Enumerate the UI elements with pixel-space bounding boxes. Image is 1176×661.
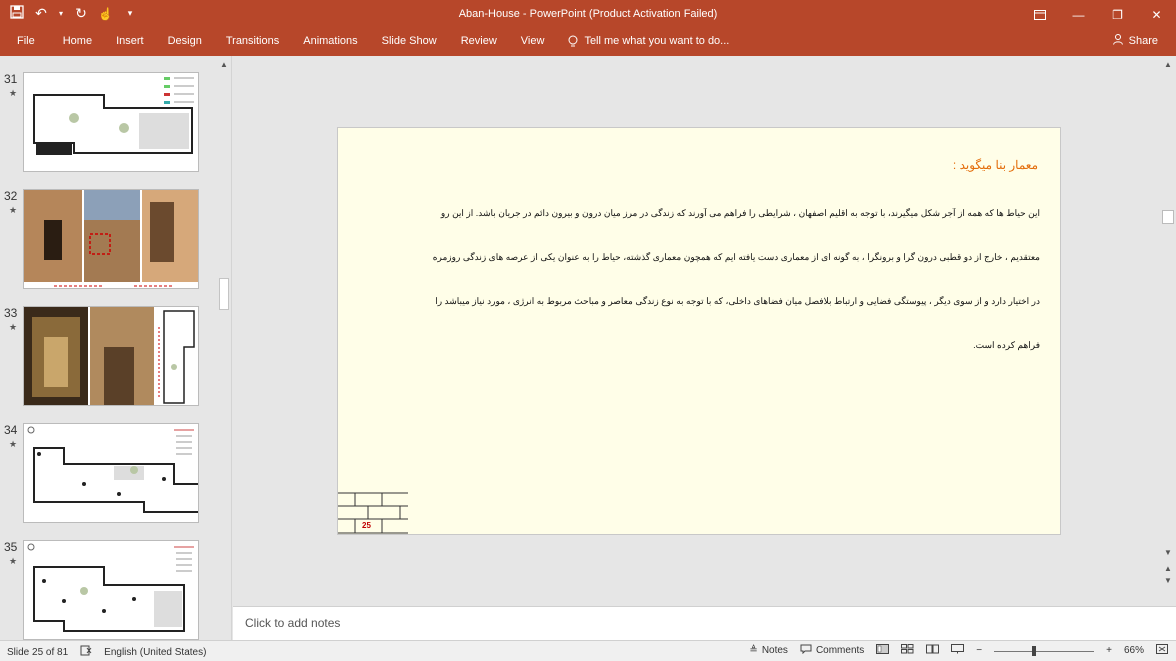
thumbnail-image xyxy=(23,540,199,640)
thumbnail-slide-32[interactable]: 32 ★ xyxy=(0,189,216,293)
comments-label: Comments xyxy=(815,645,865,656)
thumbnail-number: 34 xyxy=(4,423,18,437)
lightbulb-icon xyxy=(568,35,578,51)
ribbon-display-icon[interactable] xyxy=(1020,0,1059,30)
slide-number: 25 xyxy=(362,521,371,530)
thumbnail-number: 32 xyxy=(4,189,18,203)
thumbnail-number: 31 xyxy=(4,72,18,86)
scroll-up-icon[interactable]: ▲ xyxy=(220,60,228,69)
slide-sorter-icon[interactable] xyxy=(901,644,914,657)
tab-design[interactable]: Design xyxy=(156,30,214,56)
animation-star-icon: ★ xyxy=(9,439,18,449)
person-icon xyxy=(1112,33,1124,48)
thumbnail-scrollbar[interactable]: ▲ xyxy=(217,58,231,638)
close-icon[interactable]: ✕ xyxy=(1137,0,1176,30)
comment-icon xyxy=(800,644,812,657)
title-bar: ↶ ▾ ↻ ☝ ▾ Aban-House - PowerPoint (Produ… xyxy=(0,0,1176,30)
ribbon: File Home Insert Design Transitions Anim… xyxy=(0,30,1176,56)
tab-review[interactable]: Review xyxy=(449,30,509,56)
language-label[interactable]: English (United States) xyxy=(104,647,206,658)
tab-animations[interactable]: Animations xyxy=(291,30,369,56)
thumbnail-image xyxy=(23,306,199,406)
zoom-slider-knob[interactable] xyxy=(1032,645,1037,656)
thumbnail-image xyxy=(23,423,199,523)
status-bar: Slide 25 of 81 English (United States) ≜… xyxy=(0,640,1176,661)
previous-slide-icon[interactable]: ▲ xyxy=(1164,564,1172,573)
zoom-slider[interactable] xyxy=(994,645,1095,657)
minimize-icon[interactable]: — xyxy=(1059,0,1098,30)
slide-heading[interactable]: معمار بنا میگوید : xyxy=(953,158,1038,172)
tell-me-box[interactable]: Tell me what you want to do... xyxy=(556,35,729,51)
scrollbar-thumb[interactable] xyxy=(1162,210,1174,224)
zoom-out-icon[interactable]: − xyxy=(976,645,982,656)
normal-view-icon[interactable] xyxy=(876,644,890,657)
thumbnail-slide-34[interactable]: 34 ★ xyxy=(0,423,216,527)
slide-counter: Slide 25 of 81 xyxy=(7,646,69,658)
thumbnail-number: 35 xyxy=(4,540,18,554)
thumbnail-slide-33[interactable]: 33 ★ xyxy=(0,306,216,410)
ribbon-tabs: File Home Insert Design Transitions Anim… xyxy=(0,30,729,56)
notes-label: Notes xyxy=(761,645,788,656)
thumbnail-image xyxy=(23,72,199,172)
slide-paragraph-line[interactable]: معتقدیم ، خارج از دو قطبی درون گرا و برو… xyxy=(358,252,1040,263)
share-label: Share xyxy=(1128,34,1158,47)
thumbnail-number: 33 xyxy=(4,306,18,320)
slide-thumbnail-pane: 31 ★ 32 ★ 33 ★ 34 ★ 35 ★ ▲ xyxy=(0,56,232,640)
thumbnail-slide-31[interactable]: 31 ★ xyxy=(0,72,216,176)
animation-star-icon: ★ xyxy=(9,322,18,332)
reading-view-icon[interactable] xyxy=(926,644,940,657)
notes-button[interactable]: ≜ Notes xyxy=(749,645,788,656)
notes-pane[interactable]: Click to add notes xyxy=(233,606,1176,640)
zoom-slider-track xyxy=(994,650,1095,652)
tab-view[interactable]: View xyxy=(509,30,557,56)
comments-button[interactable]: Comments xyxy=(800,644,864,657)
tab-insert[interactable]: Insert xyxy=(104,30,156,56)
fit-to-window-icon[interactable] xyxy=(1156,644,1168,657)
animation-star-icon: ★ xyxy=(9,556,18,566)
zoom-level[interactable]: 66% xyxy=(1124,645,1144,656)
notes-placeholder: Click to add notes xyxy=(245,616,341,630)
tell-me-label: Tell me what you want to do... xyxy=(584,35,730,47)
scrollbar-thumb[interactable] xyxy=(219,278,229,310)
slide-paragraph-line[interactable]: در اختیار دارد و از سوی دیگر ، پیوستگی ف… xyxy=(358,296,1040,307)
animation-star-icon: ★ xyxy=(9,88,18,98)
thumbnail-slide-35[interactable]: 35 ★ xyxy=(0,540,216,644)
window-controls: — ❐ ✕ xyxy=(1020,0,1176,30)
next-slide-icon[interactable]: ▼ xyxy=(1164,576,1172,585)
brick-pattern-decoration xyxy=(338,492,408,534)
slide-paragraph-line[interactable]: فراهم کرده است. xyxy=(358,340,1040,351)
scroll-down-icon[interactable]: ▼ xyxy=(1164,548,1172,557)
slide-paragraph-line[interactable]: این حیاط ها که همه از آجر شکل میگیرند، ب… xyxy=(358,208,1040,219)
tab-transitions[interactable]: Transitions xyxy=(214,30,291,56)
restore-icon[interactable]: ❐ xyxy=(1098,0,1137,30)
window-title: Aban-House - PowerPoint (Product Activat… xyxy=(458,8,718,20)
tab-slide-show[interactable]: Slide Show xyxy=(370,30,449,56)
tab-home[interactable]: Home xyxy=(51,30,104,56)
current-slide[interactable]: معمار بنا میگوید : این حیاط ها که همه از… xyxy=(337,127,1061,535)
thumbnail-image xyxy=(23,189,199,289)
editor-scrollbar[interactable]: ▲ ▼ ▲ ▼ xyxy=(1160,56,1176,606)
animation-star-icon: ★ xyxy=(9,205,18,215)
notes-icon: ≜ xyxy=(749,645,758,656)
slide-editor: معمار بنا میگوید : این حیاط ها که همه از… xyxy=(233,56,1160,606)
tab-file[interactable]: File xyxy=(0,30,51,56)
scroll-up-icon[interactable]: ▲ xyxy=(1164,60,1172,69)
share-button[interactable]: Share xyxy=(1112,33,1158,48)
zoom-in-icon[interactable]: + xyxy=(1106,645,1112,656)
spell-check-icon[interactable] xyxy=(80,645,92,659)
slideshow-icon[interactable] xyxy=(951,644,965,657)
